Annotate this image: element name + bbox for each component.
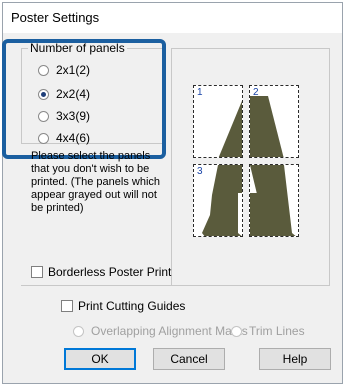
radio-button[interactable] [73,325,84,337]
title-bar: Poster Settings [3,3,342,33]
letter-a-piece-icon [202,165,242,236]
preview-panel-2[interactable]: 2 [249,85,299,158]
letter-a-piece-icon [250,165,296,236]
borderless-checkbox-row[interactable]: Borderless Poster Print [31,265,171,279]
trim-label: Trim Lines [249,324,305,338]
dialog-title: Poster Settings [11,10,100,25]
cutting-guides-checkbox[interactable] [61,300,73,312]
cancel-button[interactable]: Cancel [153,348,225,370]
instruction-text: Please select the panels that you don't … [31,150,161,214]
cutting-guides-checkbox-row[interactable]: Print Cutting Guides [61,299,185,313]
borderless-checkbox[interactable] [31,266,43,278]
preview-panel-4[interactable]: 4 [249,164,299,237]
highlight-frame [2,39,166,159]
borderless-label: Borderless Poster Print [48,265,172,279]
overlap-label: Overlapping Alignment Marks [91,324,248,338]
preview-panel-1[interactable]: 1 [193,85,243,158]
cutting-guides-label: Print Cutting Guides [78,299,186,313]
trim-lines-option[interactable]: Trim Lines [231,324,305,338]
help-button[interactable]: Help [259,348,331,370]
preview-panel-3[interactable]: 3 [193,164,243,237]
ok-button[interactable]: OK [64,348,136,370]
letter-a-piece-icon [250,96,284,157]
letter-a-piece-icon [218,100,242,157]
poster-settings-dialog: Poster Settings Number of panels 2x1(2) … [2,2,343,384]
radio-button[interactable] [231,325,242,337]
panel-preview: 1 2 3 4 [193,85,301,241]
overlap-marks-option[interactable]: Overlapping Alignment Marks [73,324,248,338]
